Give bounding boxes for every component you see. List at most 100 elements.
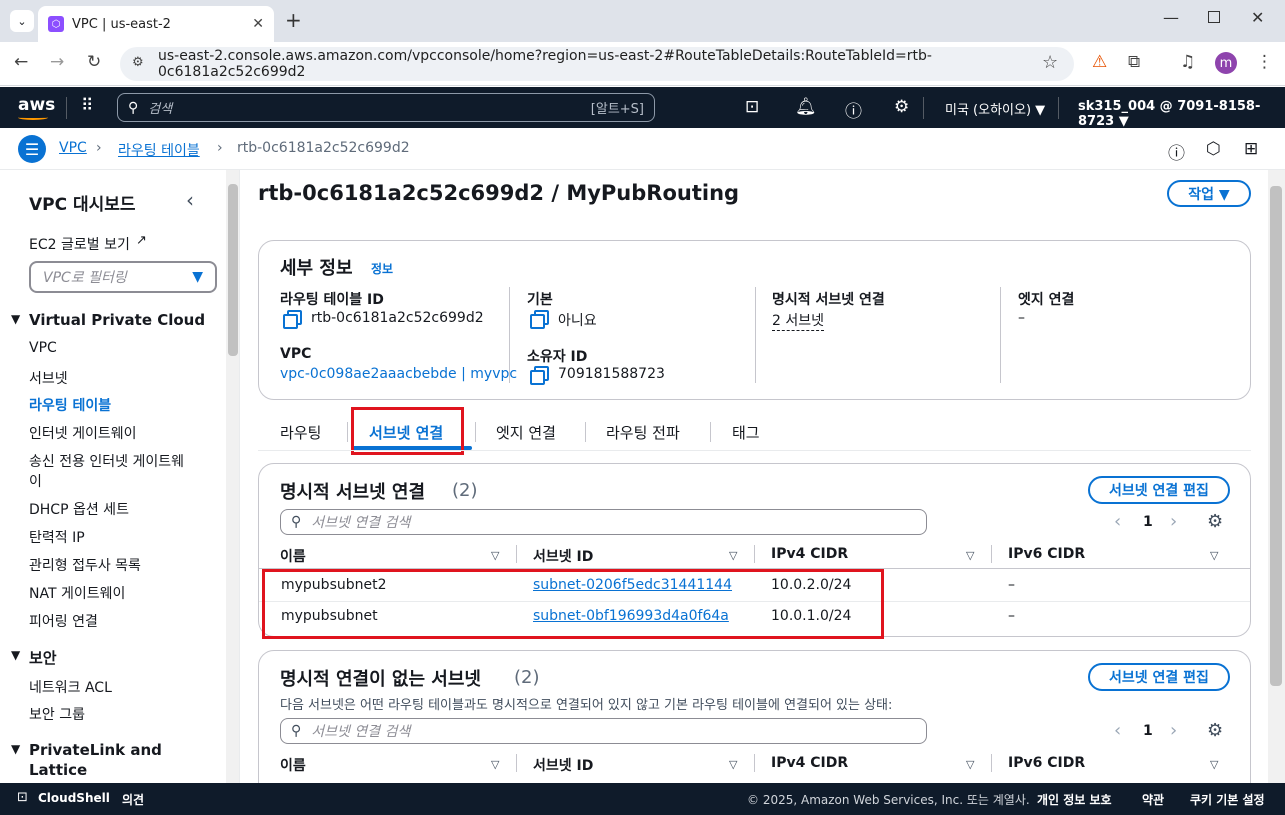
tab-route-propagation[interactable]: 라우팅 전파 xyxy=(606,422,680,443)
sidebar-filter-select[interactable]: VPC로 필터링 ▼ xyxy=(29,261,217,293)
sidebar-item-eigw[interactable]: 송신 전용 인터넷 게이트웨 xyxy=(29,451,184,471)
copy-icon[interactable] xyxy=(530,366,549,385)
sidebar-item-nacl[interactable]: 네트워크 ACL xyxy=(29,677,112,697)
next-page-icon[interactable]: › xyxy=(1170,511,1177,532)
notifications-bell-icon[interactable]: 🔔︎ xyxy=(795,97,817,117)
sidebar-section-vpc[interactable]: Virtual Private Cloud xyxy=(29,311,205,329)
services-grid-icon[interactable]: ⠿ xyxy=(81,96,93,116)
sidebar-item-prefix-lists[interactable]: 관리형 접두사 목록 xyxy=(29,555,141,575)
edit-subnet-assoc-button-2[interactable]: 서브넷 연결 편집 xyxy=(1088,663,1230,691)
col-ipv4[interactable]: IPv4 CIDR xyxy=(771,546,848,562)
sidebar-item-peering[interactable]: 피어링 연결 xyxy=(29,611,98,631)
aws-logo[interactable]: aws xyxy=(18,95,55,115)
sidebar-item-eip[interactable]: 탄력적 IP xyxy=(29,527,85,547)
profile-avatar[interactable]: m xyxy=(1215,52,1237,74)
global-search-input[interactable]: ⚲ 검색 [알트+S] xyxy=(117,93,655,122)
subnet-assoc-search-input[interactable]: ⚲ 서브넷 연결 검색 xyxy=(280,509,927,535)
col-subnet-id[interactable]: 서브넷 ID xyxy=(533,546,593,566)
actions-button[interactable]: 작업 ▼ xyxy=(1167,180,1251,207)
explicit-value[interactable]: 2 서브넷 xyxy=(772,310,824,331)
col-ipv4[interactable]: IPv4 CIDR xyxy=(771,755,848,771)
region-selector[interactable]: 미국 (오하이오) ▼ xyxy=(945,99,1045,118)
close-window-icon[interactable]: ✕ xyxy=(1251,8,1264,27)
sidebar-section-privatelink[interactable]: PrivateLink and xyxy=(29,741,162,759)
sidebar-section-security[interactable]: 보안 xyxy=(29,647,57,668)
nav-menu-hamburger-icon[interactable]: ☰ xyxy=(18,135,46,163)
table-settings-gear-icon[interactable]: ⚙ xyxy=(1207,511,1223,532)
close-tab-icon[interactable]: ✕ xyxy=(252,16,264,32)
breadcrumb-route-tables[interactable]: 라우팅 테이블 xyxy=(118,140,200,160)
prev-page-icon[interactable]: ‹ xyxy=(1114,720,1121,741)
feedback-icon[interactable]: ⊞ xyxy=(1244,139,1258,159)
footer-terms[interactable]: 약관 xyxy=(1142,791,1164,808)
sort-icon[interactable]: ▽ xyxy=(491,758,499,771)
sidebar-item-vpc[interactable]: VPC xyxy=(29,340,57,356)
sidebar-item-igw[interactable]: 인터넷 게이트웨이 xyxy=(29,423,137,443)
section-toggle-icon[interactable]: ▼ xyxy=(11,312,20,326)
security-hub-icon[interactable]: ⬡ xyxy=(1206,139,1221,159)
info-icon[interactable]: ⓘ xyxy=(1168,139,1185,164)
reload-icon[interactable]: ↻ xyxy=(87,52,101,72)
sort-icon[interactable]: ▽ xyxy=(966,549,974,562)
sidebar-section-privatelink-cont[interactable]: Lattice xyxy=(29,761,87,779)
col-name[interactable]: 이름 xyxy=(280,755,306,775)
sidebar-item-nat[interactable]: NAT 게이트웨이 xyxy=(29,583,125,603)
main-scroll-thumb[interactable] xyxy=(1270,186,1282,686)
new-tab-icon[interactable]: + xyxy=(285,8,302,32)
sort-icon[interactable]: ▽ xyxy=(1210,549,1218,562)
sidebar-item-eigw-cont[interactable]: 이 xyxy=(29,471,42,491)
next-page-icon[interactable]: › xyxy=(1170,720,1177,741)
sort-icon[interactable]: ▽ xyxy=(491,549,499,562)
sidebar-item-dhcp[interactable]: DHCP 옵션 세트 xyxy=(29,499,129,519)
footer-cloudshell[interactable]: CloudShell xyxy=(38,791,110,805)
browser-menu-icon[interactable]: ⋮ xyxy=(1256,52,1273,72)
settings-gear-icon[interactable]: ⚙ xyxy=(894,97,909,117)
copy-icon[interactable] xyxy=(283,310,302,329)
details-info-link[interactable]: 정보 xyxy=(371,260,393,277)
sidebar-item-route-tables[interactable]: 라우팅 테이블 xyxy=(29,395,111,415)
sort-icon[interactable]: ▽ xyxy=(729,549,737,562)
footer-feedback[interactable]: 의견 xyxy=(122,791,144,808)
col-name[interactable]: 이름 xyxy=(280,546,306,566)
account-menu[interactable]: sk315_004 @ 7091-8158-8723 ▼ xyxy=(1078,99,1285,129)
prev-page-icon[interactable]: ‹ xyxy=(1114,511,1121,532)
vpc-link[interactable]: vpc-0c098ae2aaacbebde | myvpc xyxy=(280,366,517,382)
sort-icon[interactable]: ▽ xyxy=(729,758,737,771)
footer-cookies[interactable]: 쿠키 기본 설정 xyxy=(1190,791,1265,808)
tab-routes[interactable]: 라우팅 xyxy=(280,422,321,443)
tab-tags[interactable]: 태그 xyxy=(732,422,760,443)
col-ipv6[interactable]: IPv6 CIDR xyxy=(1008,755,1085,771)
cloudshell-icon[interactable]: ⊡ xyxy=(17,790,28,805)
extension-warning-icon[interactable]: ⚠ xyxy=(1092,52,1107,72)
site-info-icon[interactable]: ⚙ xyxy=(132,55,144,70)
table-settings-gear-icon[interactable]: ⚙ xyxy=(1207,720,1223,741)
browser-tab[interactable]: ⬡ VPC | us-east-2 ✕ xyxy=(38,6,274,42)
breadcrumb-vpc[interactable]: VPC xyxy=(59,140,87,156)
page-number[interactable]: 1 xyxy=(1143,723,1153,739)
sidebar-collapse-icon[interactable]: ‹ xyxy=(186,188,194,212)
col-ipv6[interactable]: IPv6 CIDR xyxy=(1008,546,1085,562)
address-bar[interactable]: ⚙ us-east-2.console.aws.amazon.com/vpcco… xyxy=(120,47,1074,81)
sidebar-item-ec2-global[interactable]: EC2 글로벌 보기 xyxy=(29,234,130,254)
section-toggle-icon[interactable]: ▼ xyxy=(11,742,20,756)
page-number[interactable]: 1 xyxy=(1143,514,1153,530)
maximize-icon[interactable] xyxy=(1208,11,1220,23)
sort-icon[interactable]: ▽ xyxy=(1210,758,1218,771)
tab-search-icon[interactable]: ⌄ xyxy=(10,10,34,32)
sidebar-item-sg[interactable]: 보안 그룹 xyxy=(29,704,85,724)
cloudshell-icon[interactable]: ⊡ xyxy=(745,97,759,117)
edit-subnet-assoc-button[interactable]: 서브넷 연결 편집 xyxy=(1088,476,1230,504)
back-icon[interactable]: ← xyxy=(14,52,28,72)
media-control-icon[interactable]: ♫ xyxy=(1180,52,1195,72)
minimize-icon[interactable]: — xyxy=(1163,8,1179,27)
bookmark-star-icon[interactable]: ☆ xyxy=(1042,52,1058,73)
non-explicit-search-input[interactable]: ⚲ 서브넷 연결 검색 xyxy=(280,718,927,744)
copy-icon[interactable] xyxy=(530,310,549,329)
extensions-icon[interactable]: ⧉ xyxy=(1128,52,1140,72)
footer-privacy[interactable]: 개인 정보 보호 xyxy=(1037,791,1112,808)
section-toggle-icon[interactable]: ▼ xyxy=(11,648,20,662)
tab-edge-associations[interactable]: 엣지 연결 xyxy=(496,422,556,443)
col-subnet-id[interactable]: 서브넷 ID xyxy=(533,755,593,775)
help-icon[interactable]: ⓘ xyxy=(845,97,862,122)
forward-icon[interactable]: → xyxy=(50,52,64,72)
